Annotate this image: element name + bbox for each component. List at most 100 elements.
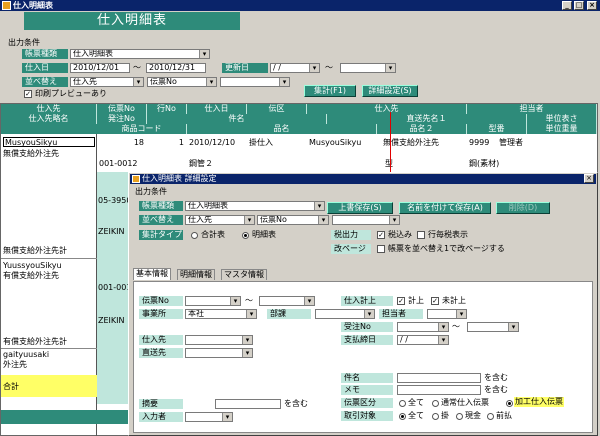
left-cell[interactable]: 無償支給外注先計 (3, 246, 95, 256)
col-header-supplier[interactable]: 仕入先 (1, 104, 97, 114)
col-header-tanto[interactable]: 担当者 (467, 104, 597, 114)
dialog-form-type-select[interactable]: 仕入明細表 (185, 201, 325, 211)
updated-from-input[interactable]: / / (270, 63, 320, 73)
col-header-subject[interactable]: 件名 (147, 114, 327, 124)
col-header-item-name[interactable]: 品名 (187, 124, 377, 134)
order-from-select[interactable] (397, 322, 449, 332)
partial-item-code[interactable]: ZEIKIN (98, 227, 128, 237)
dept-select[interactable] (315, 309, 375, 319)
updated-to-input[interactable] (340, 63, 396, 73)
left-cell[interactable]: YuussyouSikyu (3, 261, 95, 271)
slip-type-all-radio[interactable] (399, 400, 406, 407)
tax-included-checkbox[interactable]: ✓ (377, 231, 385, 239)
dialog-sort1-select[interactable]: 仕入先 (185, 215, 255, 225)
cell-kubun[interactable]: 掛仕入 (249, 138, 307, 148)
maximize-button[interactable]: □ (574, 1, 584, 10)
close-button[interactable]: × (587, 1, 597, 10)
tab-detail[interactable]: 明細情報 (177, 269, 215, 280)
slip-type-normal-radio[interactable] (432, 400, 439, 407)
total-button[interactable]: 集計(F1) (304, 85, 356, 97)
left-cell[interactable]: 外注先 (3, 360, 95, 370)
minimize-button[interactable]: _ (562, 1, 572, 10)
page-break-text: 帳票を並べ替え1で改ページする (388, 244, 505, 253)
cell-tanto-name[interactable]: 管理者 (499, 138, 559, 148)
cell-gyono[interactable]: 1 (147, 138, 187, 148)
col-header-unit[interactable]: 単位表さ (527, 114, 597, 124)
supplier-select[interactable] (185, 335, 253, 345)
delete-button[interactable]: 削除(D) (496, 202, 550, 214)
dialog-close-button[interactable]: × (584, 174, 594, 183)
dialog-sort3-select[interactable] (332, 215, 400, 225)
form-type-select[interactable]: 仕入明細表 (70, 49, 210, 59)
unposted-label: 未計上 (442, 296, 466, 305)
summary-input[interactable] (215, 399, 281, 409)
payday-select[interactable]: / / (397, 335, 449, 345)
direct-select[interactable] (185, 348, 253, 358)
col-header-order-no[interactable]: 発注No (97, 114, 147, 124)
subject-input[interactable] (397, 373, 481, 383)
partial-item-code[interactable]: 001-001 (98, 283, 128, 293)
inputter-select[interactable] (185, 412, 233, 422)
col-header-model[interactable]: 型番 (467, 124, 527, 134)
total-type-detail-radio[interactable] (242, 232, 249, 239)
tanto-select[interactable] (427, 309, 467, 319)
cell-supplier-name[interactable]: 無償支給外注先 (383, 138, 467, 148)
col-header-direct[interactable]: 直送先名１ (327, 114, 527, 124)
page-break-checkbox[interactable] (377, 245, 385, 253)
col-header-gyono[interactable]: 行No (147, 104, 187, 114)
col-header-item-code[interactable]: 商品コード (97, 124, 187, 134)
deal-cash-radio[interactable] (456, 413, 463, 420)
deal-credit-radio[interactable] (432, 413, 439, 420)
tax-per-line-checkbox[interactable] (417, 231, 425, 239)
col-header-unit-weight[interactable]: 単位重量 (527, 124, 597, 134)
left-cell[interactable]: 有償支給外注先計 (3, 337, 95, 347)
deal-prepay-radio[interactable] (487, 413, 494, 420)
cell-tanto-code[interactable]: 9999 (469, 138, 497, 148)
left-cell[interactable]: 無償支給外注先 (3, 149, 95, 159)
sort1-select[interactable]: 仕入先 (70, 77, 144, 87)
col-header-kubun[interactable]: 伝区 (247, 104, 307, 114)
total-type-sum-radio[interactable] (191, 232, 198, 239)
slip-type-process-label: 加工仕入伝票 (514, 397, 564, 407)
cell-model[interactable]: 鋼(素材) (469, 159, 529, 169)
overwrite-save-button[interactable]: 上書保存(S) (327, 202, 393, 214)
purchase-date-label: 仕入日 (22, 63, 68, 73)
cell-denno[interactable]: 18 (97, 138, 147, 148)
total-type-detail-label: 明細表 (252, 230, 276, 239)
cell-date[interactable]: 2010/12/10 (189, 138, 247, 148)
unposted-checkbox[interactable]: ✓ (431, 297, 439, 305)
left-cell[interactable]: 有償支給外注先 (3, 271, 95, 281)
date-from-input[interactable]: 2010/12/01 (70, 63, 130, 73)
col-header-supplier-short[interactable]: 仕入先略名 (1, 114, 97, 124)
denno-to-select[interactable] (259, 296, 315, 306)
tab-basic[interactable]: 基本情報 (133, 268, 171, 280)
dialog-sort2-select[interactable]: 伝票No (257, 215, 329, 225)
app-icon (2, 1, 11, 10)
sort3-select[interactable] (220, 77, 290, 87)
cell-item-name[interactable]: 鋼管２ (189, 159, 289, 169)
order-to-select[interactable] (467, 322, 519, 332)
partial-item-code[interactable]: ZEIKIN (98, 316, 128, 326)
preview-checkbox[interactable]: ✓ (24, 90, 32, 98)
left-cell[interactable]: gaityuusaki (3, 350, 95, 360)
posted-checkbox[interactable]: ✓ (397, 297, 405, 305)
cell-supplier-code[interactable]: MusyouSikyu (309, 138, 381, 148)
sort2-select[interactable]: 伝票No (147, 77, 217, 87)
deal-all-radio[interactable] (399, 413, 406, 420)
save-as-button[interactable]: 名前を付けて保存(A) (399, 202, 491, 214)
denno-from-select[interactable] (185, 296, 241, 306)
left-cell[interactable]: MusyouSikyu (3, 137, 95, 147)
tab-master[interactable]: マスタ情報 (221, 269, 267, 280)
col-header-denno[interactable]: 伝票No (97, 104, 147, 114)
memo-input[interactable] (397, 385, 481, 395)
cell-item-name2[interactable]: 型 (385, 159, 425, 169)
partial-item-code[interactable]: 05-3950 (98, 196, 128, 206)
office-select[interactable]: 本社 (185, 309, 257, 319)
cell-item-code[interactable]: 001-0012 (99, 159, 185, 169)
slip-type-process-radio[interactable] (506, 400, 513, 407)
office-label: 事業所 (139, 309, 183, 319)
date-to-input[interactable]: 2010/12/31 (146, 63, 206, 73)
col-header-date[interactable]: 仕入日 (187, 104, 247, 114)
col-header-supplier2[interactable]: 仕入先 (307, 104, 467, 114)
detail-settings-button[interactable]: 詳細設定(S) (362, 85, 418, 97)
